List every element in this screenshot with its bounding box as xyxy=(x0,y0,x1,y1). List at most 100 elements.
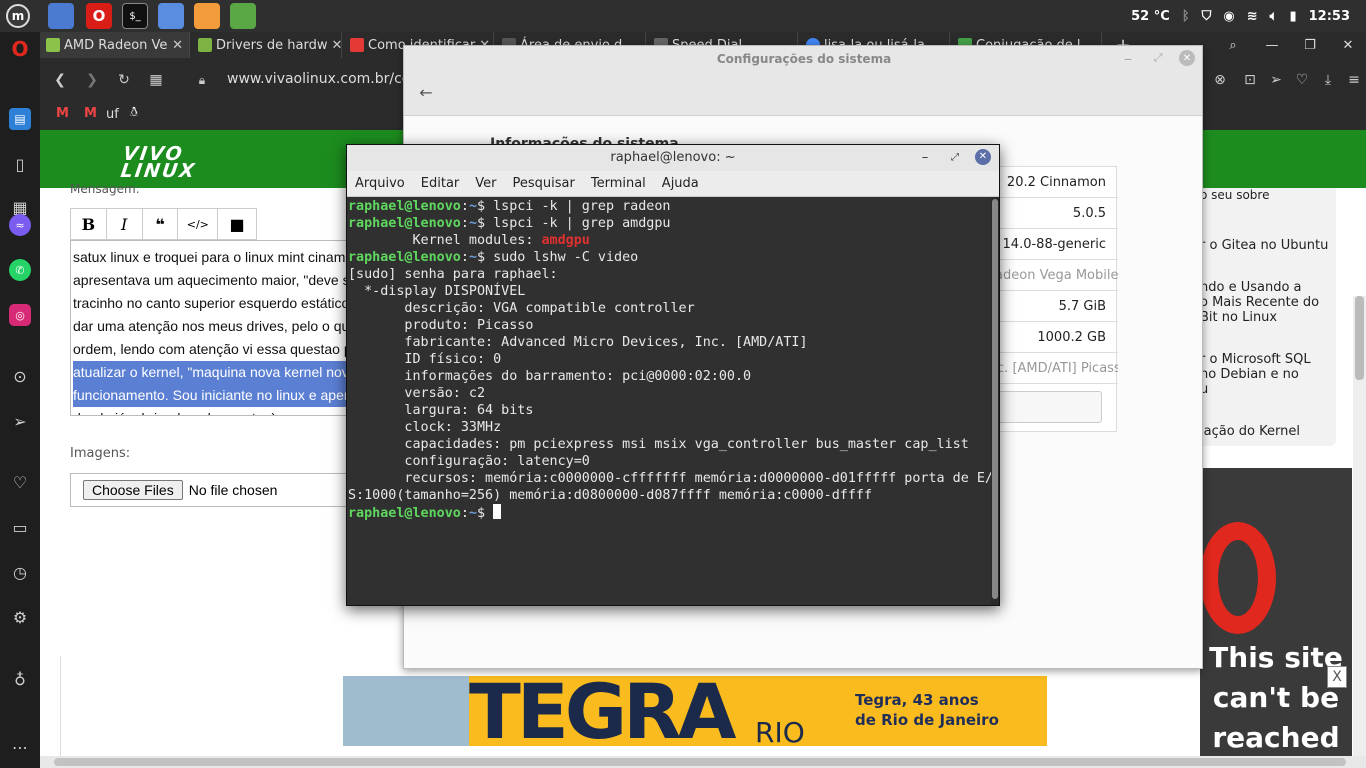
output-line: ID físico: 0 xyxy=(348,352,502,367)
gmail-icon[interactable]: M xyxy=(56,106,69,121)
ad-banner[interactable]: TEGRA RIO Tegra, 43 anos de Rio de Janei… xyxy=(343,676,1047,746)
settings-launcher-icon[interactable] xyxy=(230,3,256,29)
opera-launcher-icon[interactable]: O xyxy=(86,3,112,29)
related-link[interactable]: r o Gitea no Ubuntu xyxy=(1200,238,1328,253)
battery-icon[interactable]: ▮ xyxy=(1289,9,1296,24)
tabs-icon[interactable]: ▭ xyxy=(9,516,31,538)
message-editor[interactable]: satux linux e troquei para o linux mint … xyxy=(70,240,360,416)
scrollbar-thumb[interactable] xyxy=(1355,296,1364,380)
scrollbar-thumb[interactable] xyxy=(992,199,998,599)
video-icon[interactable]: ■ xyxy=(218,209,256,239)
terminal-output[interactable]: raphael@lenovo:~$ lspci -k | grep radeon… xyxy=(347,197,991,605)
related-link[interactable]: r o Microsoft SQL no Debian e no u xyxy=(1200,352,1311,397)
volume-icon[interactable]: 🔈︎ xyxy=(1270,9,1278,24)
gmail-icon[interactable]: M xyxy=(84,106,97,121)
quote-icon[interactable]: ❝ xyxy=(143,209,179,239)
tab-favicon-icon xyxy=(198,38,212,52)
show-desktop-icon[interactable] xyxy=(48,3,74,29)
minimize-icon[interactable]: – xyxy=(1120,49,1136,68)
choose-files-button[interactable]: Choose Files xyxy=(83,480,183,500)
ad-close-button[interactable]: X xyxy=(1327,666,1347,688)
settings-titlebar: Configurações do sistema – ⤢ ✕ ← xyxy=(404,46,1202,116)
book-icon[interactable]: ▯ xyxy=(9,153,31,175)
close-icon[interactable]: ✕ xyxy=(975,149,991,165)
instagram-icon[interactable]: ◎ xyxy=(9,304,31,326)
editor-line-selected: funcionamento. Sou iniciante no linux e … xyxy=(73,384,357,407)
wifi-icon[interactable]: ≋ xyxy=(1247,9,1258,24)
output-line: largura: 64 bits xyxy=(348,403,534,418)
italic-icon[interactable]: I xyxy=(107,209,143,239)
gear-icon[interactable]: ⚙ xyxy=(9,606,31,628)
send-icon[interactable]: ➢ xyxy=(1266,70,1286,90)
tab-drivers[interactable]: Drivers de hardw ✕ xyxy=(192,32,342,58)
shield-icon[interactable]: ⛉ xyxy=(1202,9,1212,24)
tux-icon[interactable]: 🐧︎ xyxy=(130,105,138,121)
file-input: Choose Files No file chosen xyxy=(70,473,360,507)
terminal-menubar: Arquivo Editar Ver Pesquisar Terminal Aj… xyxy=(347,171,999,197)
workspace-icon[interactable]: ▤ xyxy=(9,108,31,130)
download-icon[interactable]: ⤓ xyxy=(1318,70,1338,90)
horizontal-scrollbar[interactable] xyxy=(40,756,1366,768)
related-link[interactable]: ndo e Usando a o Mais Recente do Bit no … xyxy=(1200,280,1319,325)
output-line: [sudo] senha para raphael: xyxy=(348,267,558,282)
bulb-icon[interactable]: ♁ xyxy=(9,668,31,690)
maximize-icon[interactable]: ⤢ xyxy=(947,150,963,166)
close-icon[interactable]: ✕ xyxy=(1179,50,1195,66)
editor-line-selected: atualizar o kernel, "maquina nova kernel… xyxy=(73,361,357,384)
heart-icon[interactable]: ♡ xyxy=(1292,70,1312,90)
files-launcher-icon[interactable] xyxy=(158,3,184,29)
send-icon[interactable]: ➢ xyxy=(9,410,31,432)
reload-icon[interactable]: ↻ xyxy=(114,70,134,90)
clock[interactable]: 12:53 xyxy=(1309,9,1350,24)
menu-arquivo[interactable]: Arquivo xyxy=(347,176,413,191)
minimize-icon[interactable]: – xyxy=(917,150,933,166)
code-icon[interactable]: </> xyxy=(178,209,219,239)
forward-icon[interactable]: ❯ xyxy=(82,70,102,90)
more-icon[interactable]: ⋯ xyxy=(9,736,31,758)
editor-line: desde já, obrigado pela escuta ;) xyxy=(73,407,357,415)
maximize-icon[interactable]: ⤢ xyxy=(1150,50,1166,66)
prompt-line: raphael@lenovo:~$ sudo lshw -C video xyxy=(348,250,639,265)
menu-icon[interactable]: ≡ xyxy=(1344,70,1364,90)
close-icon[interactable]: ✕ xyxy=(172,38,189,53)
whatsapp-icon[interactable]: ✆ xyxy=(9,259,31,281)
menu-ver[interactable]: Ver xyxy=(467,176,504,191)
related-link[interactable]: lação do Kernel xyxy=(1200,424,1300,439)
restore-icon[interactable]: ❐ xyxy=(1300,35,1320,55)
page-scrollbar[interactable] xyxy=(1353,296,1366,756)
history-icon[interactable]: ◷ xyxy=(9,561,31,583)
bookmark-uf[interactable]: uf xyxy=(106,107,119,122)
url-text[interactable]: www.vivaolinux.com.br/cont xyxy=(227,71,425,87)
menu-pesquisar[interactable]: Pesquisar xyxy=(505,176,583,191)
site-logo[interactable]: VIVO LINUX xyxy=(119,143,200,182)
camera-icon[interactable]: ⊡ xyxy=(1240,70,1260,90)
search-tabs-icon[interactable]: ⌕ xyxy=(1223,35,1243,55)
bold-icon[interactable]: B xyxy=(71,209,107,239)
output-line: capacidades: pm pciexpress msi msix vga_… xyxy=(348,437,969,452)
adblock-icon[interactable]: ⊗ xyxy=(1210,70,1230,90)
back-icon[interactable]: ❮ xyxy=(50,70,70,90)
messenger-icon[interactable]: ≈ xyxy=(9,214,31,236)
menu-terminal[interactable]: Terminal xyxy=(583,176,654,191)
mint-menu-icon[interactable]: m xyxy=(6,4,30,28)
terminal-launcher-icon[interactable]: $_ xyxy=(122,3,148,29)
editor-line: tracinho no canto superior esquerdo está… xyxy=(73,295,350,311)
menu-editar[interactable]: Editar xyxy=(413,176,468,191)
opera-logo-icon[interactable]: O xyxy=(9,37,31,61)
menu-ajuda[interactable]: Ajuda xyxy=(654,176,707,191)
update-icon[interactable]: ◉ xyxy=(1223,9,1234,24)
minimize-icon[interactable]: — xyxy=(1262,35,1282,55)
scrollbar-thumb[interactable] xyxy=(54,758,1346,766)
tab-amd-radeon[interactable]: AMD Radeon Ve ✕ xyxy=(40,32,190,58)
terminal-scrollbar[interactable] xyxy=(991,197,999,605)
related-link[interactable]: o seu sobre xyxy=(1200,188,1269,202)
player-icon[interactable]: ⊙ xyxy=(9,365,31,387)
bluetooth-icon[interactable]: ᛒ xyxy=(1182,9,1190,24)
back-arrow-icon[interactable]: ← xyxy=(416,82,436,102)
prompt-line: raphael@lenovo:~$ lspci -k | grep amdgpu xyxy=(348,216,671,231)
grid-icon[interactable]: ▦ xyxy=(146,70,166,90)
heart-icon[interactable]: ♡ xyxy=(9,471,31,493)
software-launcher-icon[interactable] xyxy=(194,3,220,29)
close-window-icon[interactable]: ✕ xyxy=(1338,35,1358,55)
close-icon[interactable]: ✕ xyxy=(332,38,342,53)
